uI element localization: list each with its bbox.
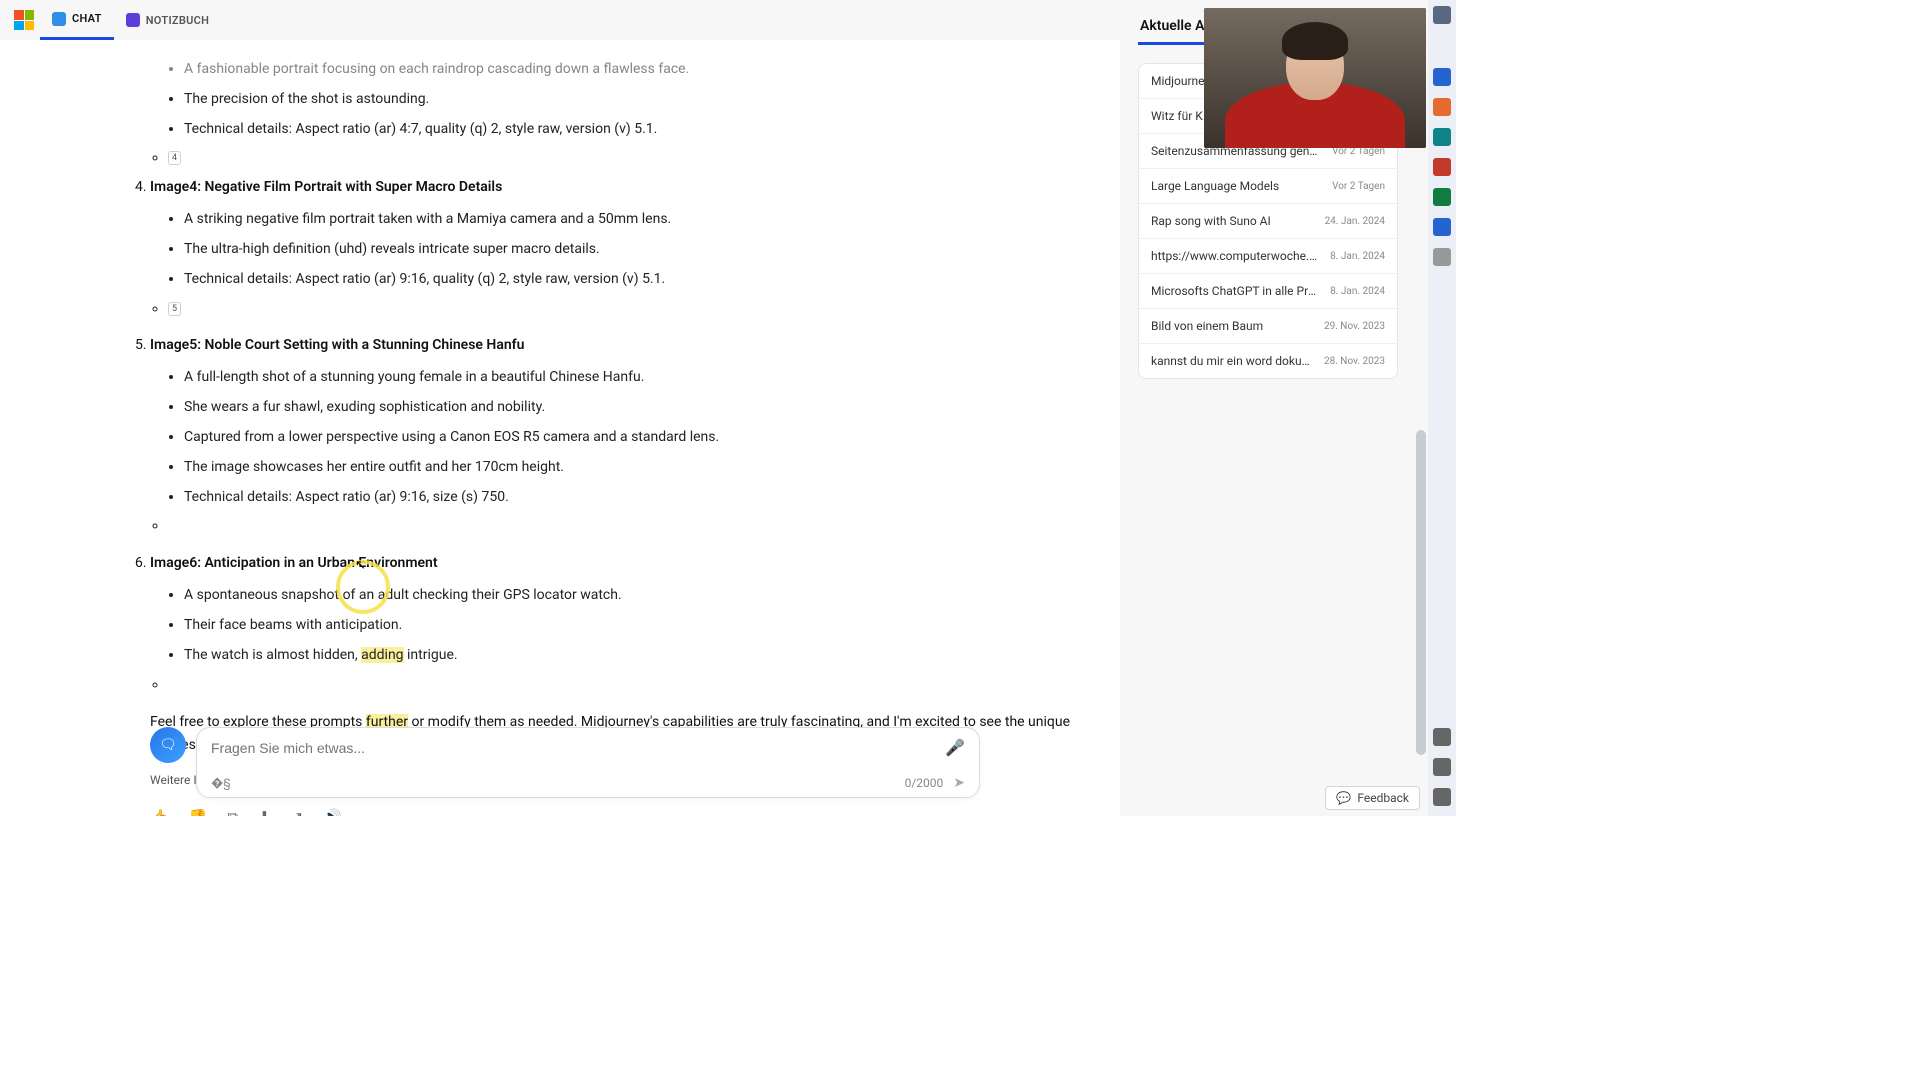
chat-icon — [52, 12, 66, 26]
list-item — [168, 674, 1104, 698]
list-heading: Image4: Negative Film Portrait with Supe… — [150, 179, 502, 195]
chat-input[interactable] — [211, 740, 945, 756]
list-item — [168, 515, 1104, 539]
bing-logo — [14, 10, 34, 30]
list-item: She wears a fur shawl, exuding sophistic… — [184, 396, 1104, 420]
list-item: Captured from a lower perspective using … — [184, 426, 1104, 450]
list-item: A full-length shot of a stunning young f… — [184, 366, 1104, 390]
sidebar-app-icon[interactable] — [1433, 218, 1451, 236]
history-item[interactable]: Large Language ModelsVor 2 Tagen — [1139, 168, 1397, 203]
list-item: Technical details: Aspect ratio (ar) 4:7… — [184, 118, 1104, 142]
list-item: The precision of the shot is astounding. — [184, 88, 1104, 112]
list-item: 4 — [168, 147, 1104, 171]
history-item[interactable]: Microsofts ChatGPT in alle Produkte in8.… — [1139, 273, 1397, 308]
list-item: A fashionable portrait focusing on each … — [184, 58, 1104, 82]
webcam-overlay — [1204, 8, 1426, 148]
assistant-message: A fashionable portrait focusing on each … — [150, 58, 1104, 816]
list-heading: Image6: Anticipation in an Urban Environ… — [150, 555, 438, 571]
tab-notebook[interactable]: NOTIZBUCH — [114, 0, 222, 40]
list-item: The image showcases her entire outfit an… — [184, 456, 1104, 480]
list-heading: Image5: Noble Court Setting with a Stunn… — [150, 337, 524, 353]
thumbs-down-icon[interactable]: 👎 — [189, 808, 208, 816]
citation-ref[interactable]: 4 — [168, 151, 181, 165]
notebook-icon — [126, 13, 140, 27]
history-item[interactable]: Rap song with Suno AI24. Jan. 2024 — [1139, 203, 1397, 238]
read-aloud-icon[interactable]: 🔊 — [323, 808, 342, 816]
list-item: A striking negative film portrait taken … — [184, 208, 1104, 232]
share-icon[interactable]: ↗ — [291, 808, 304, 816]
char-count: 0/2000 — [905, 776, 944, 790]
new-topic-button[interactable]: 🗨 — [150, 727, 186, 763]
send-icon[interactable]: ➤ — [953, 775, 965, 791]
history-item[interactable]: https://www.computerwoche.de/a/mi8. Jan.… — [1139, 238, 1397, 273]
tab-chat[interactable]: CHAT — [40, 0, 114, 40]
chat-input-box: 🎤 �§ 0/2000 ➤ — [196, 727, 980, 798]
list-item: A spontaneous snapshot of an adult check… — [184, 584, 1104, 608]
list-item: 5 — [168, 298, 1104, 322]
sidebar-app-icon[interactable] — [1433, 188, 1451, 206]
list-item: Technical details: Aspect ratio (ar) 9:1… — [184, 486, 1104, 510]
sidebar-app-icon[interactable] — [1433, 158, 1451, 176]
sidebar-app-icon[interactable] — [1433, 128, 1451, 146]
sidebar-app-icon[interactable] — [1433, 68, 1451, 86]
sidebar-tool-icon[interactable] — [1433, 758, 1451, 776]
thumbs-up-icon[interactable]: 👍 — [150, 808, 169, 816]
scrollbar-thumb[interactable] — [1416, 430, 1426, 755]
feedback-button[interactable]: 💬Feedback — [1325, 786, 1420, 810]
list-item: Technical details: Aspect ratio (ar) 9:1… — [184, 268, 1104, 292]
feedback-icon: 💬 — [1336, 791, 1351, 805]
history-item[interactable]: Bild von einem Baum29. Nov. 2023 — [1139, 308, 1397, 343]
search-icon[interactable] — [1433, 6, 1451, 24]
citation-ref[interactable]: 5 — [168, 302, 181, 316]
settings-icon[interactable] — [1433, 788, 1451, 806]
sidebar-app-icon[interactable] — [1433, 98, 1451, 116]
list-item: The watch is almost hidden, adding intri… — [184, 644, 1104, 668]
copy-icon[interactable]: ⧉ — [227, 808, 238, 816]
history-item[interactable]: kannst du mir ein word dokument ers28. N… — [1139, 343, 1397, 378]
list-item: The ultra-high definition (uhd) reveals … — [184, 238, 1104, 262]
add-app-icon[interactable] — [1433, 248, 1451, 266]
list-item: Their face beams with anticipation. — [184, 614, 1104, 638]
microphone-icon[interactable]: 🎤 — [945, 738, 965, 757]
download-icon[interactable]: ⬇ — [258, 808, 271, 816]
sidebar-tool-icon[interactable] — [1433, 728, 1451, 746]
visual-search-icon[interactable]: �§ — [211, 776, 231, 790]
